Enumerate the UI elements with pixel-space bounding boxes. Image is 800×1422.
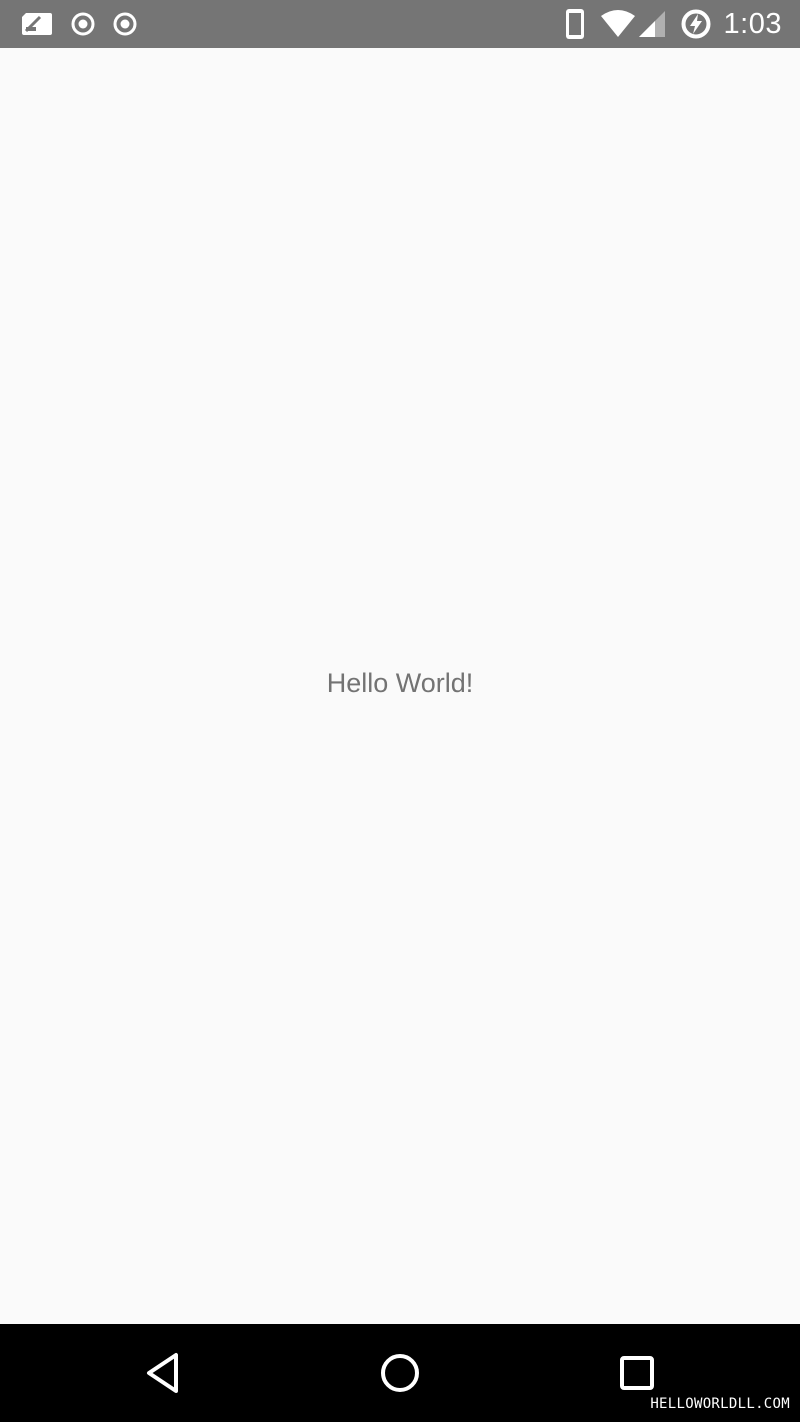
app-content: Hello World! xyxy=(0,48,800,1324)
status-bar-system: 1:03 xyxy=(550,0,782,48)
status-bar-clock: 1:03 xyxy=(723,7,782,40)
hello-world-text: Hello World! xyxy=(326,668,474,698)
status-bar: 1:03 xyxy=(0,0,800,48)
screen: 1:03 Hello World! HELLOWORLDLL.COM xyxy=(0,0,800,1422)
phone-vibrate-icon xyxy=(564,8,586,40)
location-target-icon xyxy=(70,11,96,37)
status-bar-notifications xyxy=(20,0,154,48)
home-button[interactable] xyxy=(375,1348,425,1398)
wifi-icon xyxy=(600,10,636,38)
back-button[interactable] xyxy=(138,1348,188,1398)
cellular-signal-icon xyxy=(638,10,666,38)
location-target-icon xyxy=(112,11,138,37)
back-icon xyxy=(147,1353,178,1393)
no-sim-icon xyxy=(20,11,54,37)
home-icon xyxy=(381,1354,419,1392)
navigation-bar: HELLOWORLDLL.COM xyxy=(0,1324,800,1422)
watermark-text: HELLOWORLDLL.COM xyxy=(650,1396,790,1412)
recents-button[interactable] xyxy=(612,1348,662,1398)
recents-icon xyxy=(620,1356,654,1390)
battery-charging-icon xyxy=(680,8,712,40)
